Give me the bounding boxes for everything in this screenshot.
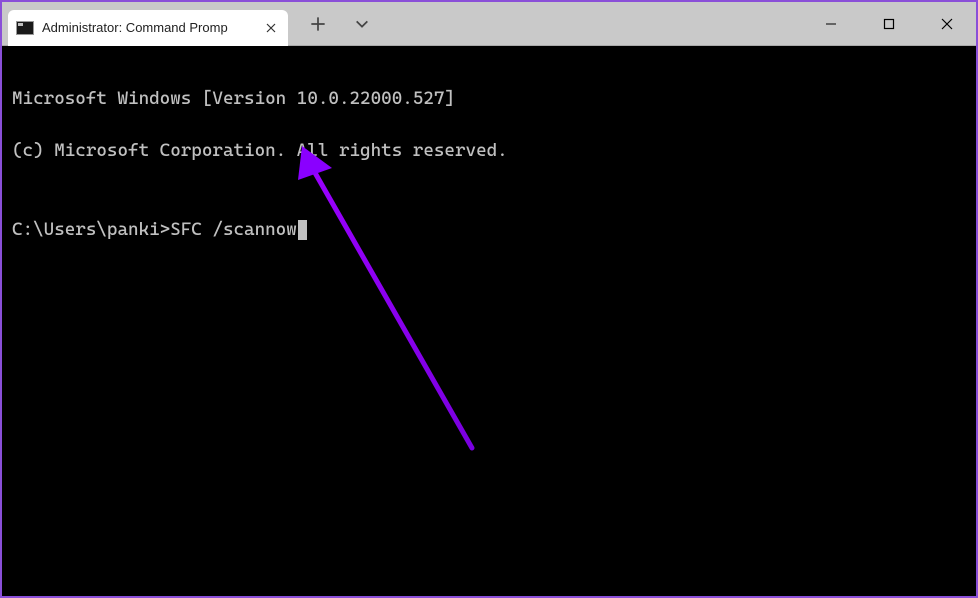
tab-close-button[interactable] — [264, 21, 278, 35]
terminal-line: Microsoft Windows [Version 10.0.22000.52… — [12, 86, 966, 112]
annotation-arrow — [2, 46, 976, 596]
tab-actions — [288, 16, 370, 32]
terminal-output[interactable]: Microsoft Windows [Version 10.0.22000.52… — [2, 46, 976, 596]
close-icon — [941, 18, 953, 30]
window-controls — [802, 2, 976, 45]
terminal-line: (c) Microsoft Corporation. All rights re… — [12, 138, 966, 164]
plus-icon — [310, 16, 326, 32]
maximize-button[interactable] — [860, 2, 918, 45]
minimize-icon — [825, 18, 837, 30]
terminal-prompt-line: C:\Users\panki>SFC /scannow — [12, 217, 966, 243]
entered-command: SFC /scannow — [170, 219, 297, 240]
tabs-zone: Administrator: Command Promp — [2, 2, 370, 45]
tab-title: Administrator: Command Promp — [42, 20, 256, 35]
maximize-icon — [883, 18, 895, 30]
text-cursor — [298, 220, 307, 240]
minimize-button[interactable] — [802, 2, 860, 45]
tab-dropdown-button[interactable] — [354, 16, 370, 32]
chevron-down-icon — [354, 16, 370, 32]
titlebar: Administrator: Command Promp — [2, 2, 976, 46]
tab-command-prompt[interactable]: Administrator: Command Promp — [8, 10, 288, 46]
window-close-button[interactable] — [918, 2, 976, 45]
terminal-app-icon — [16, 21, 34, 35]
new-tab-button[interactable] — [310, 16, 326, 32]
prompt-path: C:\Users\panki> — [12, 219, 170, 240]
close-icon — [266, 23, 276, 33]
